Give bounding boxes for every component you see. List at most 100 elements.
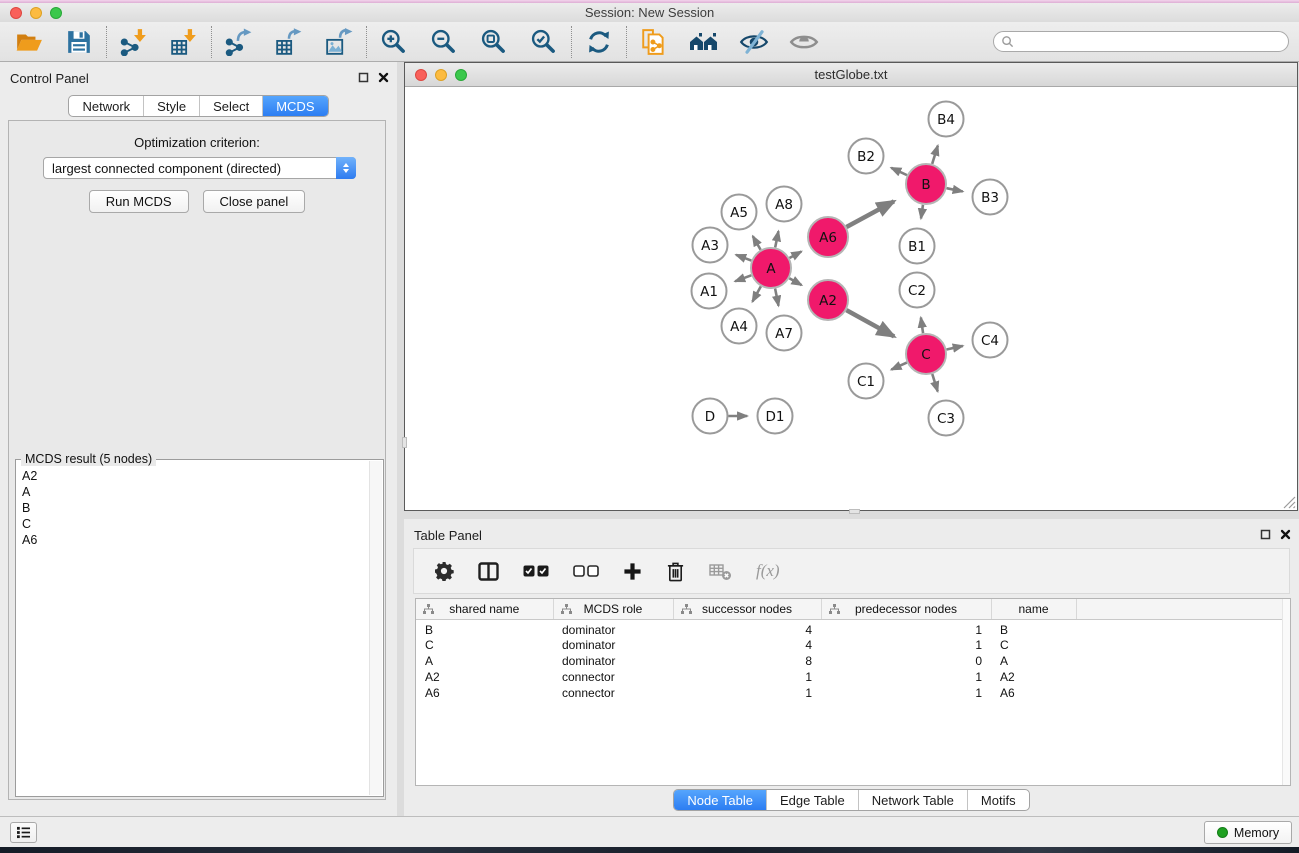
save-session-icon[interactable] bbox=[64, 27, 94, 57]
select-all-icon[interactable] bbox=[523, 565, 549, 577]
graph-edge-A2-C[interactable] bbox=[846, 310, 894, 336]
delete-column-icon[interactable] bbox=[666, 561, 685, 582]
table-row[interactable]: A2connector11A2 bbox=[416, 669, 1290, 685]
column-header[interactable]: MCDS role bbox=[553, 599, 673, 619]
open-session-icon[interactable] bbox=[14, 27, 44, 57]
zoom-selected-icon[interactable] bbox=[529, 27, 559, 57]
deselect-all-icon[interactable] bbox=[573, 565, 599, 577]
clone-network-icon[interactable] bbox=[639, 27, 669, 57]
graph-edge-C-C1[interactable] bbox=[891, 363, 906, 370]
refresh-icon[interactable] bbox=[584, 27, 614, 57]
export-network-icon[interactable] bbox=[224, 27, 254, 57]
graph-node-D1[interactable]: D1 bbox=[758, 399, 793, 434]
window-resize-grip[interactable] bbox=[1283, 496, 1296, 509]
table-row[interactable]: Cdominator41C bbox=[416, 637, 1290, 653]
graph-node-A[interactable]: A bbox=[751, 248, 791, 288]
result-item[interactable]: A bbox=[22, 484, 383, 500]
graph-node-C[interactable]: C bbox=[906, 334, 946, 374]
show-all-icon[interactable] bbox=[689, 27, 719, 57]
tab-edge-table[interactable]: Edge Table bbox=[766, 790, 858, 810]
graph-edge-A-A7[interactable] bbox=[775, 289, 778, 306]
graph-node-A1[interactable]: A1 bbox=[692, 274, 727, 309]
show-graphics-details-icon[interactable] bbox=[789, 27, 819, 57]
export-table-icon[interactable] bbox=[274, 27, 304, 57]
search-input[interactable] bbox=[1019, 35, 1288, 49]
splitter-grip[interactable] bbox=[402, 437, 407, 448]
hide-selected-icon[interactable] bbox=[739, 27, 769, 57]
result-item[interactable]: A2 bbox=[22, 468, 383, 484]
tab-network-table[interactable]: Network Table bbox=[858, 790, 967, 810]
tab-motifs[interactable]: Motifs bbox=[967, 790, 1029, 810]
tab-node-table[interactable]: Node Table bbox=[674, 790, 766, 810]
function-builder-icon[interactable]: f(x) bbox=[756, 561, 780, 581]
tab-network[interactable]: Network bbox=[69, 96, 143, 116]
import-table-icon[interactable] bbox=[169, 27, 199, 57]
graph-edge-A-A1[interactable] bbox=[735, 275, 751, 281]
tab-style[interactable]: Style bbox=[143, 96, 199, 116]
graph-node-C4[interactable]: C4 bbox=[973, 323, 1008, 358]
result-item[interactable]: C bbox=[22, 516, 383, 532]
column-header[interactable]: predecessor nodes bbox=[821, 599, 991, 619]
close-panel-icon[interactable] bbox=[378, 72, 389, 83]
run-mcds-button[interactable]: Run MCDS bbox=[89, 190, 189, 213]
tab-mcds[interactable]: MCDS bbox=[262, 96, 327, 116]
graph-edge-B-B3[interactable] bbox=[947, 188, 963, 191]
graph-node-B4[interactable]: B4 bbox=[929, 102, 964, 137]
graph-node-B2[interactable]: B2 bbox=[849, 139, 884, 174]
graph-edge-C-C4[interactable] bbox=[947, 346, 963, 350]
graph-edge-C-C2[interactable] bbox=[921, 318, 923, 334]
zoom-out-icon[interactable] bbox=[429, 27, 459, 57]
column-header[interactable]: shared name bbox=[416, 599, 553, 619]
close-panel-button[interactable]: Close panel bbox=[203, 190, 306, 213]
graph-edge-A-A4[interactable] bbox=[752, 286, 760, 301]
table-row[interactable]: Bdominator41B bbox=[416, 619, 1290, 637]
graph-node-C3[interactable]: C3 bbox=[929, 401, 964, 436]
graph-edge-A6-B[interactable] bbox=[846, 201, 894, 227]
graph-edge-A-A3[interactable] bbox=[736, 255, 751, 261]
splitter-grip[interactable] bbox=[849, 509, 860, 514]
graph-node-A5[interactable]: A5 bbox=[722, 195, 757, 230]
result-item[interactable]: B bbox=[22, 500, 383, 516]
column-header[interactable]: name bbox=[991, 599, 1076, 619]
graph-edge-B-B1[interactable] bbox=[921, 205, 923, 219]
search-field[interactable] bbox=[993, 31, 1289, 52]
graph-node-A3[interactable]: A3 bbox=[693, 228, 728, 263]
table-scrollbar[interactable] bbox=[1282, 599, 1290, 785]
graph-node-A6[interactable]: A6 bbox=[808, 217, 848, 257]
import-network-icon[interactable] bbox=[119, 27, 149, 57]
graph-node-A4[interactable]: A4 bbox=[722, 309, 757, 344]
graph-edge-A-A6[interactable] bbox=[789, 251, 801, 257]
add-column-icon[interactable] bbox=[623, 562, 642, 581]
optimization-criterion-select[interactable]: largest connected component (directed) bbox=[43, 157, 356, 179]
close-panel-icon[interactable] bbox=[1280, 529, 1291, 540]
split-view-icon[interactable] bbox=[478, 562, 499, 581]
graph-node-A2[interactable]: A2 bbox=[808, 280, 848, 320]
graph-edge-C-C3[interactable] bbox=[932, 374, 937, 391]
table-settings-icon[interactable] bbox=[434, 561, 454, 581]
result-item[interactable]: A6 bbox=[22, 532, 383, 548]
graph-node-B1[interactable]: B1 bbox=[900, 229, 935, 264]
graph-edge-A-A5[interactable] bbox=[753, 236, 761, 250]
tab-select[interactable]: Select bbox=[199, 96, 262, 116]
table-row[interactable]: Adominator80A bbox=[416, 653, 1290, 669]
graph-edge-A-A8[interactable] bbox=[775, 231, 778, 247]
table-row[interactable]: A6connector11A6 bbox=[416, 685, 1290, 701]
export-image-icon[interactable] bbox=[324, 27, 354, 57]
graph-node-A8[interactable]: A8 bbox=[767, 187, 802, 222]
graph-edge-A-A2[interactable] bbox=[789, 278, 801, 285]
float-panel-icon[interactable] bbox=[358, 72, 369, 83]
graph-node-D[interactable]: D bbox=[693, 399, 728, 434]
zoom-in-icon[interactable] bbox=[379, 27, 409, 57]
column-header[interactable]: successor nodes bbox=[673, 599, 821, 619]
network-canvas[interactable]: B4B2BB3A8A5A6A3B1AC2A1A2A4A7C4CC1C3DD1 bbox=[405, 87, 1297, 510]
graph-node-B[interactable]: B bbox=[906, 164, 946, 204]
zoom-fit-icon[interactable] bbox=[479, 27, 509, 57]
graph-node-B3[interactable]: B3 bbox=[973, 180, 1008, 215]
task-history-button[interactable] bbox=[10, 822, 37, 843]
memory-button[interactable]: Memory bbox=[1204, 821, 1292, 844]
graph-edge-B-B2[interactable] bbox=[891, 168, 907, 175]
graph-edge-B-B4[interactable] bbox=[932, 146, 938, 164]
graph-node-A7[interactable]: A7 bbox=[767, 316, 802, 351]
graph-node-C2[interactable]: C2 bbox=[900, 273, 935, 308]
float-panel-icon[interactable] bbox=[1260, 529, 1271, 540]
